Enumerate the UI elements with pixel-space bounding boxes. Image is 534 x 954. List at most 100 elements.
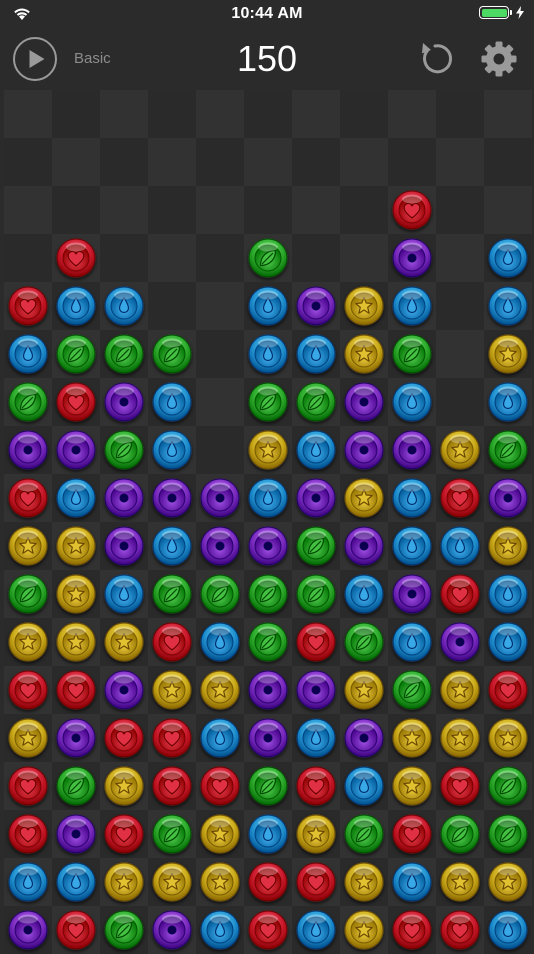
drop-gem[interactable]	[296, 718, 336, 758]
board-cell[interactable]	[196, 426, 244, 474]
board-cell[interactable]	[4, 138, 52, 186]
heart-gem[interactable]	[440, 766, 480, 806]
board-cell[interactable]	[100, 138, 148, 186]
drop-gem[interactable]	[248, 286, 288, 326]
drop-gem[interactable]	[152, 526, 192, 566]
board-cell[interactable]	[148, 282, 196, 330]
board-cell[interactable]	[436, 330, 484, 378]
leaf-gem[interactable]	[152, 574, 192, 614]
heart-gem[interactable]	[8, 766, 48, 806]
drop-gem[interactable]	[200, 910, 240, 950]
drop-gem[interactable]	[8, 862, 48, 902]
leaf-gem[interactable]	[248, 574, 288, 614]
board-cell[interactable]	[340, 90, 388, 138]
star-gem[interactable]	[104, 766, 144, 806]
leaf-gem[interactable]	[344, 814, 384, 854]
heart-gem[interactable]	[104, 718, 144, 758]
drop-gem[interactable]	[248, 478, 288, 518]
heart-gem[interactable]	[8, 670, 48, 710]
star-gem[interactable]	[152, 862, 192, 902]
drop-gem[interactable]	[152, 430, 192, 470]
board-cell[interactable]	[292, 90, 340, 138]
circle-gem[interactable]	[440, 622, 480, 662]
board-cell[interactable]	[388, 138, 436, 186]
board-cell[interactable]	[388, 90, 436, 138]
drop-gem[interactable]	[104, 574, 144, 614]
board-cell[interactable]	[100, 90, 148, 138]
board-cell[interactable]	[436, 90, 484, 138]
star-gem[interactable]	[488, 718, 528, 758]
heart-gem[interactable]	[56, 238, 96, 278]
drop-gem[interactable]	[344, 766, 384, 806]
star-gem[interactable]	[440, 718, 480, 758]
board-cell[interactable]	[196, 282, 244, 330]
board-cell[interactable]	[436, 138, 484, 186]
board-cell[interactable]	[196, 90, 244, 138]
circle-gem[interactable]	[344, 382, 384, 422]
heart-gem[interactable]	[440, 478, 480, 518]
leaf-gem[interactable]	[152, 334, 192, 374]
board-cell[interactable]	[4, 234, 52, 282]
leaf-gem[interactable]	[56, 334, 96, 374]
board-cell[interactable]	[196, 378, 244, 426]
circle-gem[interactable]	[8, 910, 48, 950]
drop-gem[interactable]	[392, 478, 432, 518]
heart-gem[interactable]	[8, 478, 48, 518]
heart-gem[interactable]	[392, 190, 432, 230]
heart-gem[interactable]	[56, 382, 96, 422]
star-gem[interactable]	[440, 430, 480, 470]
star-gem[interactable]	[344, 478, 384, 518]
drop-gem[interactable]	[200, 718, 240, 758]
drop-gem[interactable]	[248, 814, 288, 854]
board-cell[interactable]	[196, 138, 244, 186]
heart-gem[interactable]	[8, 286, 48, 326]
heart-gem[interactable]	[296, 862, 336, 902]
leaf-gem[interactable]	[248, 766, 288, 806]
star-gem[interactable]	[344, 286, 384, 326]
drop-gem[interactable]	[392, 286, 432, 326]
star-gem[interactable]	[488, 862, 528, 902]
drop-gem[interactable]	[344, 574, 384, 614]
heart-gem[interactable]	[296, 622, 336, 662]
leaf-gem[interactable]	[488, 766, 528, 806]
settings-button[interactable]	[478, 38, 520, 80]
circle-gem[interactable]	[56, 430, 96, 470]
board-cell[interactable]	[292, 186, 340, 234]
board-cell[interactable]	[100, 234, 148, 282]
circle-gem[interactable]	[104, 526, 144, 566]
drop-gem[interactable]	[488, 910, 528, 950]
drop-gem[interactable]	[392, 526, 432, 566]
leaf-gem[interactable]	[392, 670, 432, 710]
heart-gem[interactable]	[56, 910, 96, 950]
leaf-gem[interactable]	[8, 382, 48, 422]
board-cell[interactable]	[4, 90, 52, 138]
circle-gem[interactable]	[488, 478, 528, 518]
star-gem[interactable]	[344, 670, 384, 710]
circle-gem[interactable]	[248, 718, 288, 758]
circle-gem[interactable]	[152, 478, 192, 518]
leaf-gem[interactable]	[248, 382, 288, 422]
heart-gem[interactable]	[200, 766, 240, 806]
game-board[interactable]	[4, 90, 532, 954]
board-cell[interactable]	[148, 138, 196, 186]
leaf-gem[interactable]	[104, 430, 144, 470]
board-cell[interactable]	[52, 90, 100, 138]
circle-gem[interactable]	[200, 526, 240, 566]
star-gem[interactable]	[152, 670, 192, 710]
heart-gem[interactable]	[104, 814, 144, 854]
heart-gem[interactable]	[152, 718, 192, 758]
star-gem[interactable]	[56, 574, 96, 614]
board-cell[interactable]	[100, 186, 148, 234]
heart-gem[interactable]	[392, 910, 432, 950]
heart-gem[interactable]	[56, 670, 96, 710]
board-cell[interactable]	[292, 234, 340, 282]
leaf-gem[interactable]	[104, 334, 144, 374]
circle-gem[interactable]	[248, 670, 288, 710]
heart-gem[interactable]	[152, 766, 192, 806]
board-cell[interactable]	[196, 186, 244, 234]
circle-gem[interactable]	[56, 814, 96, 854]
circle-gem[interactable]	[200, 478, 240, 518]
circle-gem[interactable]	[104, 670, 144, 710]
board-cell[interactable]	[52, 186, 100, 234]
leaf-gem[interactable]	[296, 574, 336, 614]
